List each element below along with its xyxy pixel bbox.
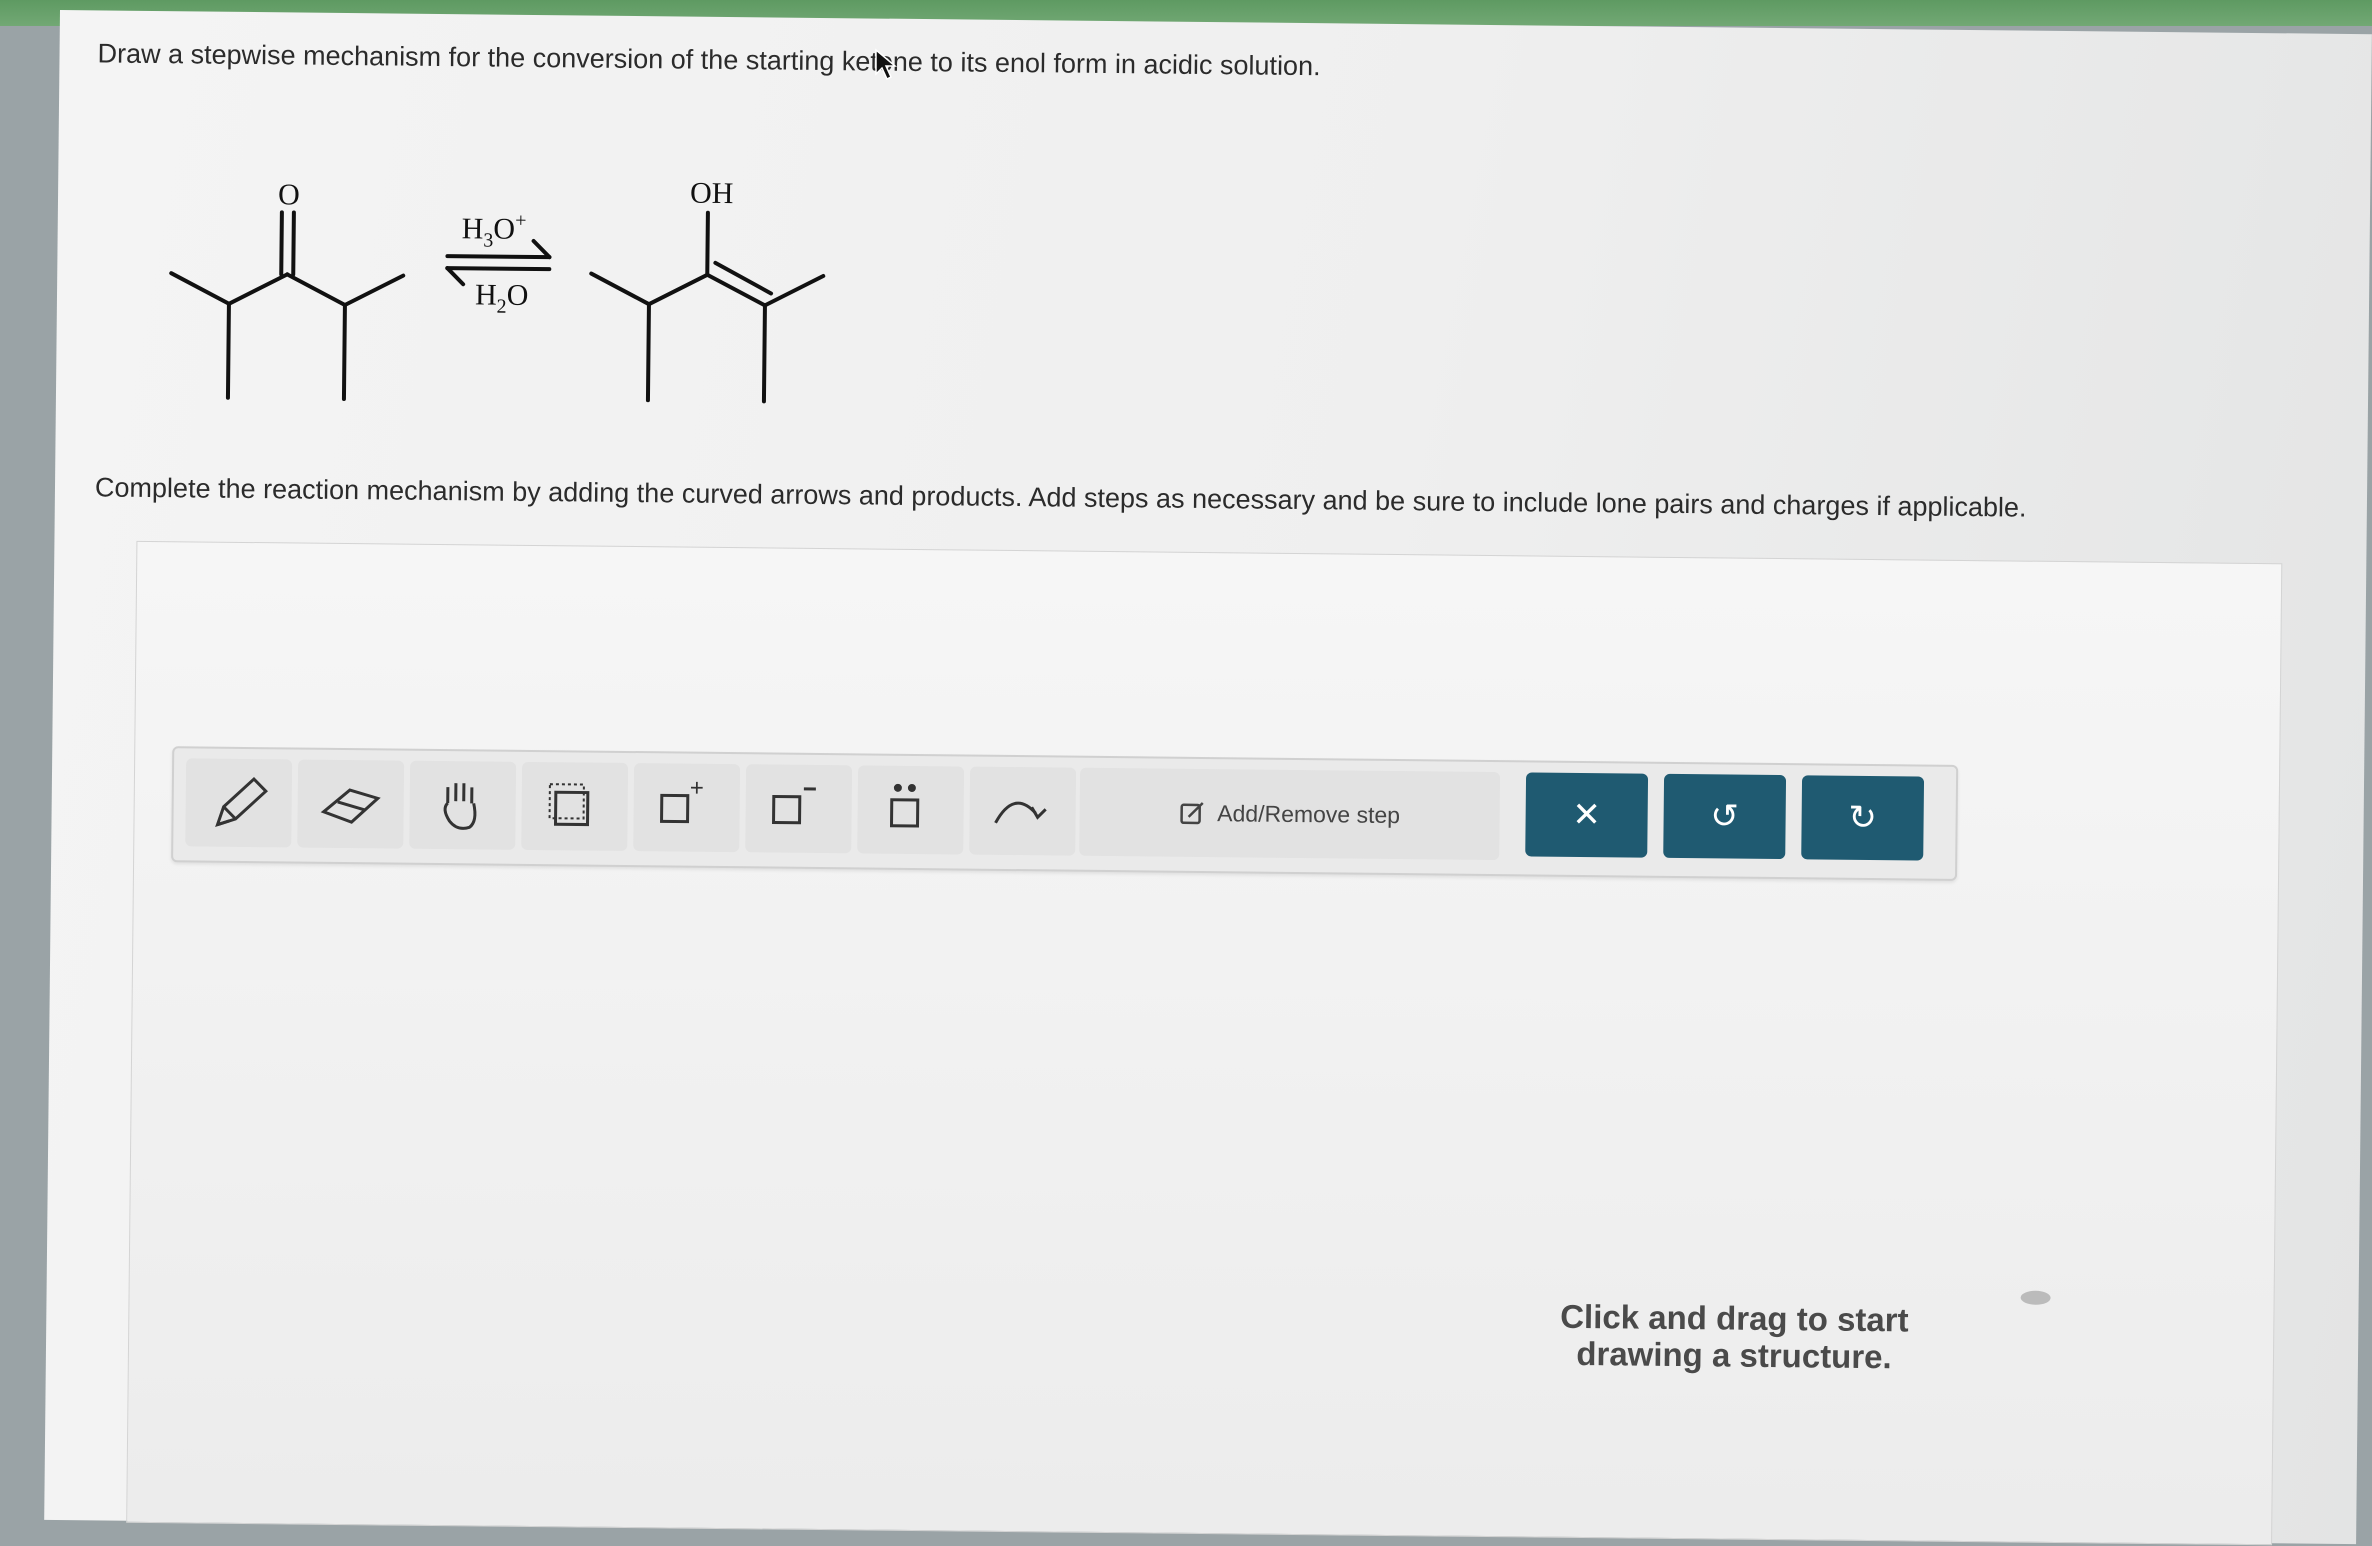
question-page: Draw a stepwise mechanism for the conver… xyxy=(44,10,2372,1544)
hint-line-1: Click and drag to start xyxy=(1534,1298,1934,1339)
mouse-cursor-icon xyxy=(874,48,900,82)
selection-icon xyxy=(539,774,610,839)
undo-icon: ↺ xyxy=(1710,796,1739,836)
eraser-icon xyxy=(315,772,386,837)
clear-button[interactable]: ✕ xyxy=(1525,772,1648,857)
reagent-bottom-label: H2O xyxy=(475,278,529,318)
hand-tool[interactable] xyxy=(409,761,516,850)
product-hydroxyl-label: OH xyxy=(690,177,734,210)
enol-product-structure xyxy=(590,212,824,402)
add-positive-charge-icon: + xyxy=(651,775,722,840)
canvas-hint: Click and drag to start drawing a struct… xyxy=(1534,1298,1935,1376)
drawing-toolbar: + Add/Remove step xyxy=(171,746,1958,881)
screen-smudge xyxy=(2021,1291,2051,1305)
add-remove-step-label: Add/Remove step xyxy=(1217,800,1400,829)
lone-pair-tool[interactable] xyxy=(857,765,964,854)
edit-icon xyxy=(1179,800,1205,826)
add-remove-step-button[interactable]: Add/Remove step xyxy=(1079,768,1500,860)
selection-tool[interactable] xyxy=(521,762,628,851)
curved-arrow-icon xyxy=(987,779,1058,844)
reactant-oxygen-label: O xyxy=(278,178,300,211)
positive-charge-tool[interactable]: + xyxy=(633,763,740,852)
pencil-tool[interactable] xyxy=(185,758,292,847)
negative-charge-tool[interactable] xyxy=(745,764,852,853)
equilibrium-arrow xyxy=(447,240,549,285)
svg-text:+: + xyxy=(690,775,704,802)
drawing-canvas[interactable] xyxy=(126,541,2282,1545)
starting-ketone-structure xyxy=(170,211,404,399)
hint-line-2: drawing a structure. xyxy=(1534,1335,1934,1376)
reagent-top-label: H3O+ xyxy=(461,209,526,252)
pencil-icon xyxy=(203,771,274,836)
redo-button[interactable]: ↻ xyxy=(1801,775,1924,860)
close-icon: ✕ xyxy=(1572,795,1601,835)
hand-icon xyxy=(427,773,498,838)
eraser-tool[interactable] xyxy=(297,760,404,849)
undo-button[interactable]: ↺ xyxy=(1663,774,1786,859)
add-negative-charge-icon xyxy=(763,776,834,841)
curved-arrow-tool[interactable] xyxy=(969,767,1076,856)
lone-pair-icon xyxy=(875,778,946,843)
redo-icon: ↻ xyxy=(1848,798,1877,838)
